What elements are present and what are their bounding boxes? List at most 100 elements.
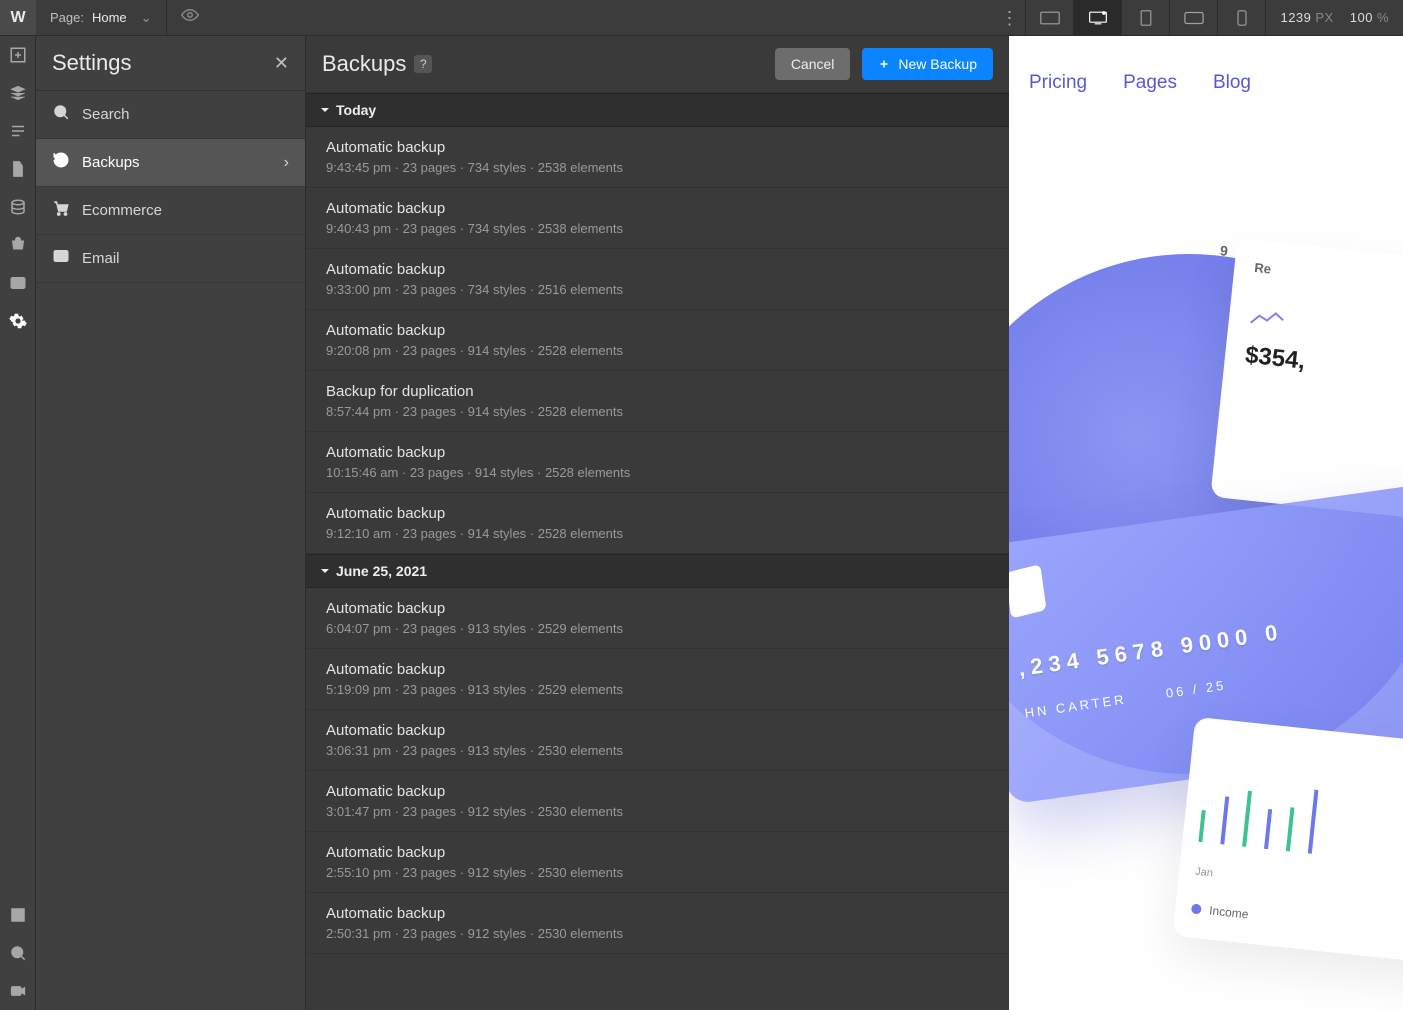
- backup-meta: 3:06:31 pm · 23 pages · 913 styles · 253…: [326, 743, 989, 758]
- page-selector[interactable]: Page: Home ⌄: [36, 0, 167, 35]
- pages-icon[interactable]: [0, 150, 36, 188]
- card-name: HN CARTER: [1024, 692, 1128, 721]
- viewport-unit: PX: [1315, 10, 1333, 25]
- stats-value: $354,: [1244, 342, 1403, 399]
- chevron-right-icon: ›: [284, 154, 289, 172]
- backup-row[interactable]: Automatic backup 9:12:10 am · 23 pages ·…: [306, 493, 1009, 554]
- backup-row[interactable]: Automatic backup 2:55:10 pm · 23 pages ·…: [306, 832, 1009, 893]
- preview-eye-icon[interactable]: [181, 6, 199, 29]
- backup-title: Automatic backup: [326, 600, 989, 617]
- backup-title: Automatic backup: [326, 261, 989, 278]
- settings-item-label: Search: [82, 106, 289, 123]
- stats-panel: 9 Re $354,: [1210, 238, 1403, 530]
- backup-title: Automatic backup: [326, 505, 989, 522]
- chart-month: Jan: [1195, 866, 1214, 880]
- backup-meta: 9:12:10 am · 23 pages · 914 styles · 252…: [326, 526, 989, 541]
- backup-meta: 6:04:07 pm · 23 pages · 913 styles · 252…: [326, 621, 989, 636]
- plus-icon: [878, 58, 890, 70]
- card-chip-icon: [1009, 564, 1047, 618]
- breakpoint-tablet-icon[interactable]: [1121, 0, 1169, 36]
- legend-dot-icon: [1191, 903, 1202, 914]
- backup-meta: 10:15:46 am · 23 pages · 914 styles · 25…: [326, 465, 989, 480]
- help-icon[interactable]: ?: [414, 55, 432, 73]
- webflow-logo-icon[interactable]: W: [0, 0, 36, 36]
- caret-down-icon: [320, 566, 330, 576]
- backup-meta: 2:55:10 pm · 23 pages · 912 styles · 253…: [326, 865, 989, 880]
- backup-meta: 9:43:45 pm · 23 pages · 734 styles · 253…: [326, 160, 989, 175]
- hero-section: 9 Re $354, ,234 5678 9000 0 HN CARTER 06…: [1009, 114, 1403, 1010]
- close-icon[interactable]: ✕: [274, 53, 289, 74]
- backup-meta: 5:19:09 pm · 23 pages · 913 styles · 252…: [326, 682, 989, 697]
- backup-list[interactable]: Today Automatic backup 9:43:45 pm · 23 pa…: [306, 93, 1009, 1010]
- backup-row[interactable]: Automatic backup 3:06:31 pm · 23 pages ·…: [306, 710, 1009, 771]
- backup-row[interactable]: Automatic backup 9:43:45 pm · 23 pages ·…: [306, 127, 1009, 188]
- settings-item-label: Ecommerce: [82, 202, 289, 219]
- backup-row[interactable]: Automatic backup 3:01:47 pm · 23 pages ·…: [306, 771, 1009, 832]
- backup-meta: 2:50:31 pm · 23 pages · 912 styles · 253…: [326, 926, 989, 941]
- backups-title: Backups: [322, 51, 406, 77]
- page-name: Home: [92, 10, 127, 25]
- backup-row[interactable]: Automatic backup 9:33:00 pm · 23 pages ·…: [306, 249, 1009, 310]
- backup-row[interactable]: Automatic backup 9:40:43 pm · 23 pages ·…: [306, 188, 1009, 249]
- cart-icon: [52, 199, 70, 222]
- settings-title: Settings: [52, 50, 274, 76]
- site-nav: Pricing Pages Blog: [1009, 36, 1403, 114]
- search-rail-icon[interactable]: [0, 934, 36, 972]
- audit-icon[interactable]: [0, 896, 36, 934]
- navigator-icon[interactable]: [0, 112, 36, 150]
- settings-item-label: Backups: [82, 154, 272, 171]
- page-label: Page:: [50, 10, 84, 25]
- settings-item-search[interactable]: Search: [36, 91, 305, 139]
- settings-rail-icon[interactable]: [0, 302, 36, 340]
- history-icon: [52, 151, 70, 174]
- zoom-unit: %: [1377, 10, 1389, 25]
- backup-row[interactable]: Automatic backup 9:20:08 pm · 23 pages ·…: [306, 310, 1009, 371]
- more-menu-icon[interactable]: ⋮: [993, 0, 1025, 36]
- backup-title: Automatic backup: [326, 444, 989, 461]
- assets-icon[interactable]: [0, 264, 36, 302]
- breakpoint-mobile-landscape-icon[interactable]: [1169, 0, 1217, 36]
- group-label: June 25, 2021: [336, 563, 427, 579]
- backup-meta: 9:33:00 pm · 23 pages · 734 styles · 251…: [326, 282, 989, 297]
- settings-item-email[interactable]: Email: [36, 235, 305, 283]
- breakpoint-xl-icon[interactable]: [1025, 0, 1073, 36]
- zoom-level: 100: [1350, 10, 1373, 25]
- ecommerce-rail-icon[interactable]: [0, 226, 36, 264]
- settings-item-backups[interactable]: Backups ›: [36, 139, 305, 187]
- stats-prefix: 9: [1219, 242, 1228, 259]
- settings-panel: Settings ✕ Search Backups › Ecommerce Em…: [36, 0, 306, 1010]
- backup-meta: 3:01:47 pm · 23 pages · 912 styles · 253…: [326, 804, 989, 819]
- viewport-width: 1239: [1280, 10, 1311, 25]
- backups-panel: Backups ? Cancel New Backup Today Automat…: [306, 0, 1009, 1010]
- settings-item-ecommerce[interactable]: Ecommerce: [36, 187, 305, 235]
- cms-icon[interactable]: [0, 188, 36, 226]
- breakpoint-mobile-icon[interactable]: [1217, 0, 1265, 36]
- backup-row[interactable]: Automatic backup 6:04:07 pm · 23 pages ·…: [306, 588, 1009, 649]
- video-help-icon[interactable]: [0, 972, 36, 1010]
- mail-icon: [52, 247, 70, 270]
- backup-row[interactable]: Automatic backup 10:15:46 am · 23 pages …: [306, 432, 1009, 493]
- top-bar: Page: Home ⌄ ⋮ 1239 PX 100 %: [36, 0, 1403, 36]
- add-element-icon[interactable]: [0, 36, 36, 74]
- breakpoint-desktop-icon[interactable]: [1073, 0, 1121, 36]
- nav-link-pages[interactable]: Pages: [1123, 72, 1177, 94]
- group-label: Today: [336, 102, 376, 118]
- backup-title: Automatic backup: [326, 905, 989, 922]
- backup-title: Automatic backup: [326, 200, 989, 217]
- nav-link-blog[interactable]: Blog: [1213, 72, 1251, 94]
- backup-meta: 9:40:43 pm · 23 pages · 734 styles · 253…: [326, 221, 989, 236]
- viewport-dimensions[interactable]: 1239 PX 100 %: [1265, 0, 1403, 35]
- backup-row[interactable]: Automatic backup 5:19:09 pm · 23 pages ·…: [306, 649, 1009, 710]
- new-backup-button[interactable]: New Backup: [862, 48, 993, 80]
- backup-row[interactable]: Automatic backup 2:50:31 pm · 23 pages ·…: [306, 893, 1009, 954]
- cancel-button[interactable]: Cancel: [775, 48, 851, 80]
- nav-link-pricing[interactable]: Pricing: [1029, 72, 1087, 94]
- canvas-preview[interactable]: Pricing Pages Blog 9 Re $354, ,234 5678 …: [1009, 36, 1403, 1010]
- symbols-icon[interactable]: [0, 74, 36, 112]
- backup-row[interactable]: Backup for duplication 8:57:44 pm · 23 p…: [306, 371, 1009, 432]
- caret-down-icon: [320, 105, 330, 115]
- backup-group-header[interactable]: Today: [306, 93, 1009, 127]
- left-rail: W: [0, 0, 36, 1010]
- search-icon: [52, 103, 70, 126]
- backup-group-header[interactable]: June 25, 2021: [306, 554, 1009, 588]
